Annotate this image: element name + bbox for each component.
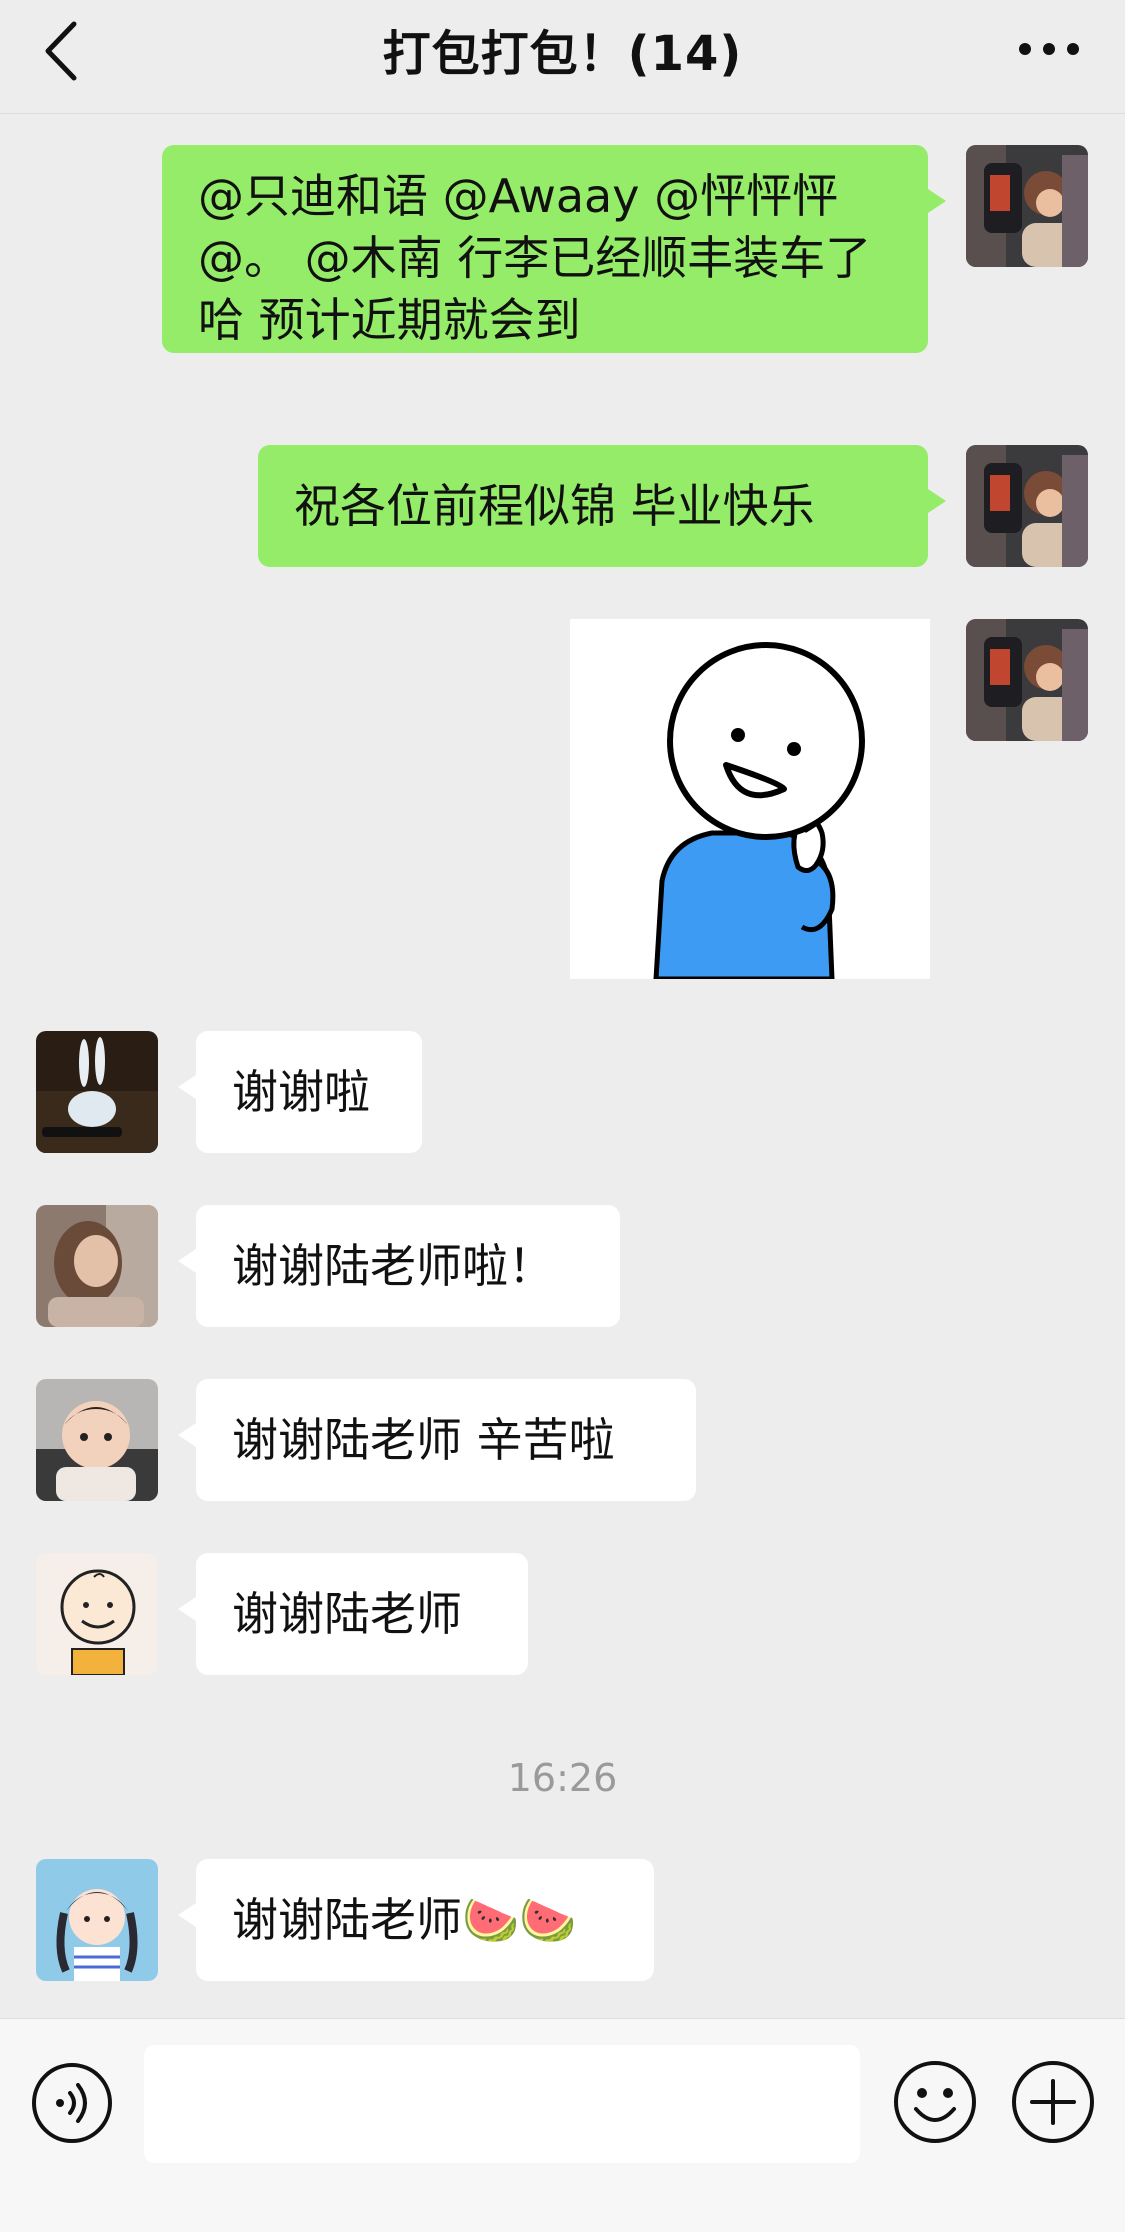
member-avatar[interactable] [36,1859,158,1981]
voice-button[interactable] [30,2061,114,2145]
message-text: 祝各位前程似锦 毕业快乐 [294,479,815,533]
message-text: @只迪和语 @Awaay @怦怦怦 @。 @木南 行李已经顺丰装车了哈 预计近期… [198,169,872,347]
member-message-bubble[interactable]: 谢谢陆老师 辛苦啦 [178,1379,696,1501]
input-bar [0,2018,1125,2232]
message-text: 谢谢啦 [232,1065,370,1119]
my-avatar[interactable] [966,445,1088,567]
more-dots-icon [1019,43,1079,55]
member-message-bubble[interactable]: 谢谢啦 [178,1031,422,1153]
message-input[interactable] [144,2045,860,2163]
emoji-icon [894,2061,976,2143]
member-avatar[interactable] [36,1205,158,1327]
emoji-button[interactable] [892,2059,978,2145]
chat-screen: 打包打包！(14) @只迪和语 @Awaay @怦怦怦 @。 @木南 行李已经顺… [0,0,1125,2232]
member-avatar[interactable] [36,1553,158,1675]
voice-icon [32,2063,112,2143]
more-actions-button[interactable] [1010,2059,1096,2145]
sticker-message[interactable] [570,619,930,979]
chat-header: 打包打包！(14) [0,0,1125,114]
member-avatar[interactable] [36,1379,158,1501]
message-text: 谢谢陆老师🍉🍉 [232,1893,577,1947]
member-message-bubble[interactable]: 谢谢陆老师🍉🍉 [178,1859,654,1981]
smiling-stick-figure-heart-sticker [570,619,930,979]
my-avatar[interactable] [966,145,1088,267]
member-avatar[interactable] [36,1031,158,1153]
message-text: 谢谢陆老师 [232,1587,462,1641]
member-message-bubble[interactable]: 谢谢陆老师啦！ [178,1205,620,1327]
plus-icon [1012,2061,1094,2143]
message-timestamp: 16:26 [507,1756,618,1800]
message-text: 谢谢陆老师啦！ [232,1239,554,1293]
message-text: 谢谢陆老师 辛苦啦 [232,1413,615,1467]
my-avatar[interactable] [966,619,1088,741]
more-button[interactable] [1015,24,1083,74]
my-message-bubble[interactable]: @只迪和语 @Awaay @怦怦怦 @。 @木南 行李已经顺丰装车了哈 预计近期… [162,145,946,353]
member-message-bubble[interactable]: 谢谢陆老师 [178,1553,528,1675]
message-list[interactable]: @只迪和语 @Awaay @怦怦怦 @。 @木南 行李已经顺丰装车了哈 预计近期… [0,115,1125,2018]
my-message-bubble[interactable]: 祝各位前程似锦 毕业快乐 [258,445,946,567]
chat-title: 打包打包！(14) [382,26,743,82]
